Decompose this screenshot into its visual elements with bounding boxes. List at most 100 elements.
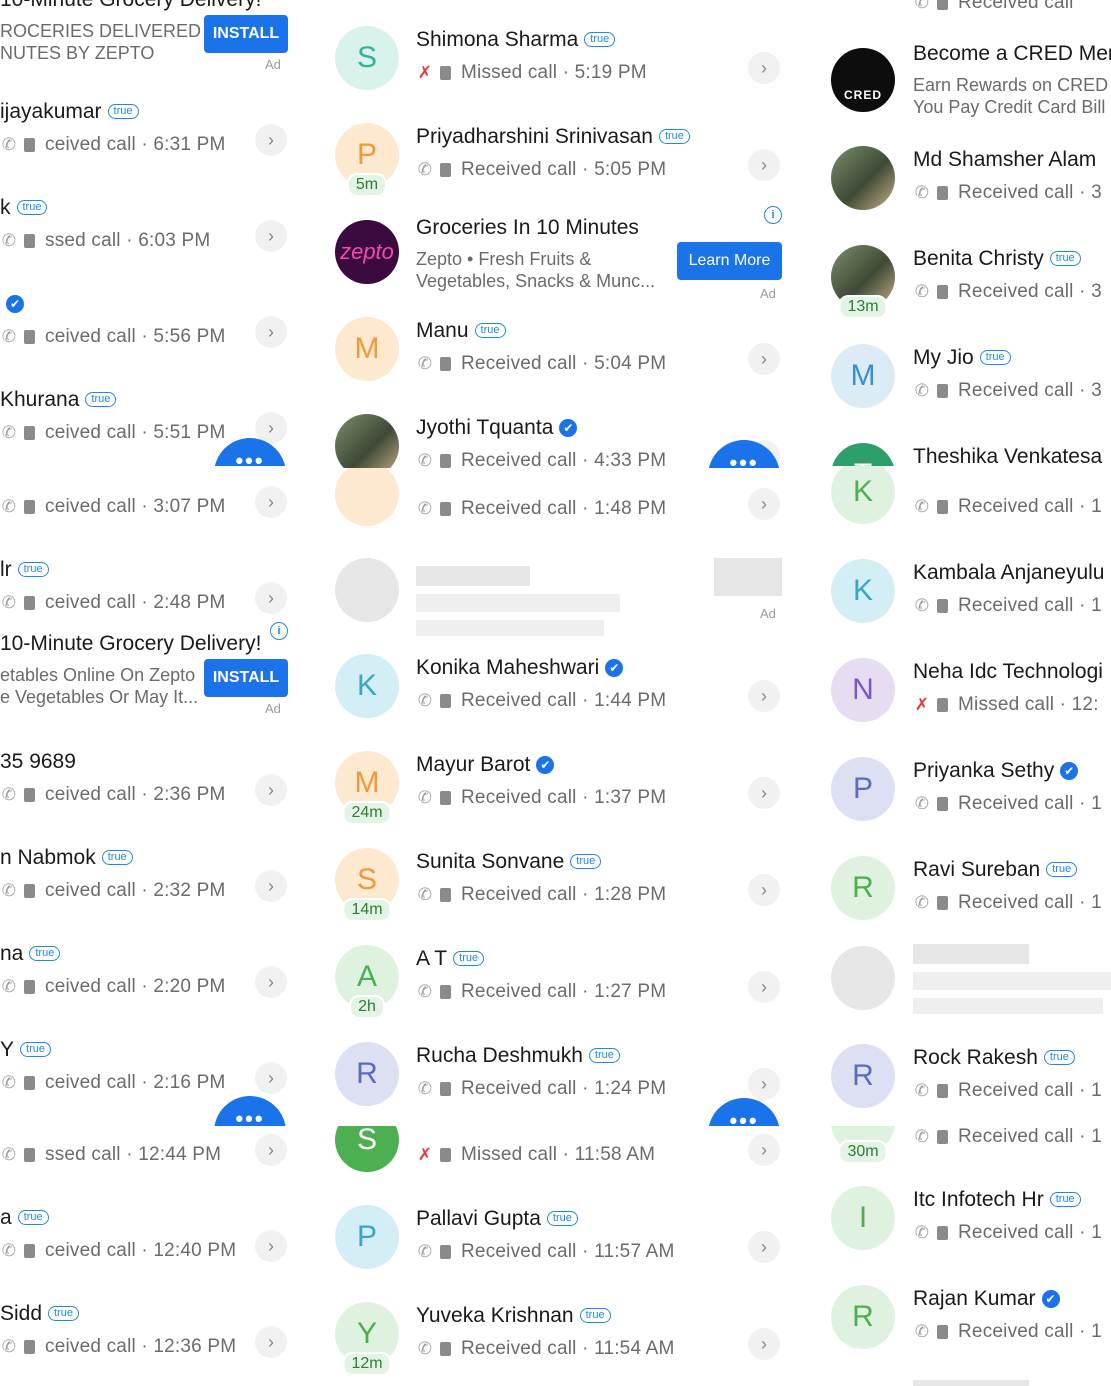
call-row[interactable]: n Nabmok true ✆ ceived call · 2:32 PM › [0, 828, 300, 924]
install-button[interactable]: INSTALL [204, 659, 288, 697]
call-row[interactable]: ijayakumar true ✆ ceived call · 6:31 PM › [0, 82, 300, 178]
call-row[interactable]: P Priyanka Sethy ✔ ✆ Received call · 1 [812, 741, 1111, 837]
received-call-icon: ✆ [417, 885, 433, 904]
call-row[interactable]: R Ravi Sureban true ✆ Received call · 1 [812, 840, 1111, 936]
call-row[interactable]: Md Shamsher Alam ✆ Received call · 3 [812, 130, 1111, 226]
chevron-right-icon[interactable]: › [748, 1231, 780, 1263]
call-row[interactable]: ✆ ssed call · 12:44 PM › [0, 1126, 300, 1188]
chevron-right-icon[interactable]: › [748, 343, 780, 375]
chevron-right-icon[interactable]: › [748, 971, 780, 1003]
call-row[interactable]: A 2h A T true ✆ Received call · 1:27 PM › [318, 929, 800, 1025]
call-row[interactable]: Y 12m Yuveka Krishnan true ✆ Received call · … [318, 1286, 800, 1382]
chevron-right-icon[interactable]: › [748, 1068, 780, 1100]
chevron-right-icon[interactable]: › [255, 1062, 287, 1094]
contact-name-text: Y [0, 1038, 15, 1061]
call-row[interactable]: M Manu true ✆ Received call · 5:04 PM › [318, 301, 800, 397]
cred-logo: CRED [831, 48, 895, 112]
call-row[interactable]: k true ✆ ssed call · 6:03 PM › [0, 178, 300, 274]
call-row[interactable]: Sidd true ✆ ceived call · 12:36 PM › [0, 1284, 300, 1380]
avatar-initial: S [356, 41, 377, 74]
chevron-right-icon[interactable]: › [748, 1328, 780, 1360]
truecaller-badge: true [17, 1210, 49, 1225]
call-detail: ✆ Received call · 4:33 PM [416, 450, 666, 468]
call-row[interactable]: I Itc Infotech Hr true ✆ Received call · 1 [812, 1170, 1111, 1266]
sim-icon [937, 698, 948, 712]
call-row[interactable]: M My Jio true ✆ Received call · 3 [812, 328, 1111, 424]
sim-icon [937, 896, 948, 910]
learn-more-button[interactable]: Learn More [677, 242, 782, 280]
call-row[interactable]: P Pallavi Gupta true ✆ Received call · 11:57… [318, 1189, 800, 1285]
call-row[interactable]: R Rock Rakesh true ✆ Received call · 1 [812, 1028, 1111, 1124]
call-row[interactable]: 35 9689 ✆ ceived call · 2:36 PM › [0, 732, 300, 828]
chevron-right-icon[interactable]: › [748, 1134, 780, 1166]
chevron-right-icon[interactable]: › [255, 1326, 287, 1358]
received-call-icon: ✆ [914, 1127, 930, 1146]
call-row[interactable]: ✔ ✆ ceived call · 5:56 PM › [0, 274, 300, 370]
ad-banner-zepto[interactable]: 10-Minute Grocery Delivery! ROCERIES DEL… [0, 0, 300, 76]
call-row[interactable]: 13m Benita Christy true ✆ Received call · 3 [812, 229, 1111, 325]
avatar-initial: Y [356, 1317, 377, 1350]
sim-icon [937, 285, 948, 299]
received-call-icon: ✆ [417, 1079, 433, 1098]
call-row[interactable]: K Kambala Anjaneyulu ✆ Received call · 1 [812, 543, 1111, 639]
ad-line-1: Zepto • Fresh Fruits & [416, 249, 592, 269]
truecaller-badge: true [1046, 862, 1078, 877]
call-row[interactable]: na true ✆ ceived call · 2:20 PM › [0, 924, 300, 1020]
sim-icon [440, 791, 451, 805]
truecaller-badge: true [546, 1211, 578, 1226]
received-call-icon: ✆ [914, 183, 930, 202]
contact-name: Itc Infotech Hr true [913, 1188, 1081, 1212]
call-detail: ✆ ceived call · 2:48 PM [0, 592, 226, 614]
chevron-right-icon[interactable]: › [748, 149, 780, 181]
chevron-right-icon[interactable]: › [255, 774, 287, 806]
chevron-right-icon[interactable]: › [255, 966, 287, 998]
call-row[interactable]: ✆ Received call · 1:48 PM › [318, 468, 800, 542]
ad-banner-zepto[interactable]: zepto Groceries In 10 Minutes Zepto • Fr… [318, 204, 800, 301]
call-row[interactable]: P 5m Priyadharshini Srinivasan true ✆ Receive… [318, 107, 800, 203]
sim-icon [937, 1226, 948, 1240]
chevron-right-icon[interactable]: › [255, 870, 287, 902]
ad-banner-zepto[interactable]: 10-Minute Grocery Delivery! i etables On… [0, 618, 300, 718]
chevron-right-icon[interactable]: › [255, 316, 287, 348]
contact-name: k true [0, 196, 48, 220]
chevron-right-icon[interactable]: › [255, 220, 287, 252]
chevron-right-icon[interactable]: › [255, 582, 287, 614]
truecaller-badge: true [29, 946, 61, 961]
chevron-right-icon[interactable]: › [748, 874, 780, 906]
call-row[interactable]: K ✆ Received call · 1 [812, 466, 1111, 540]
chevron-right-icon[interactable]: › [748, 680, 780, 712]
contact-name-text: Sunita Sonvane [416, 850, 565, 873]
install-button[interactable]: INSTALL [204, 15, 288, 53]
call-row[interactable]: 30m ✆ Received call · 1 [812, 1126, 1111, 1170]
truecaller-badge: true [20, 1042, 51, 1057]
chevron-right-icon[interactable]: › [255, 124, 287, 156]
call-row[interactable]: a true ✆ ceived call · 12:40 PM › [0, 1188, 300, 1284]
call-row[interactable]: K Konika Maheshwari ✔ ✆ Received call · 1:44… [318, 638, 800, 734]
call-detail-text: ssed call · 12:44 PM [45, 1144, 222, 1165]
zepto-logo: zepto [335, 220, 399, 284]
chevron-right-icon[interactable]: › [748, 488, 780, 520]
chevron-right-icon[interactable]: › [255, 1230, 287, 1262]
call-row[interactable]: M 24m Mayur Barot ✔ ✆ Received call · 1:37 PM… [318, 735, 800, 831]
ad-banner-cred[interactable]: CRED Become a CRED Mem Earn Rewards on C… [812, 32, 1111, 128]
call-row[interactable]: T Theshika Venkatesa [812, 427, 1111, 466]
ad-title: Become a CRED Mem [913, 42, 1111, 65]
chevron-right-icon[interactable]: › [748, 52, 780, 84]
call-row[interactable]: S Shimona Sharma true ✗ Missed call · 5:19 P… [318, 10, 800, 106]
call-row[interactable]: R Rajan Kumar ✔ ✆ Received call · 1 [812, 1269, 1111, 1365]
ad-info-icon[interactable]: i [270, 622, 288, 640]
ad-info-icon[interactable]: i [764, 206, 782, 224]
chevron-right-icon[interactable]: › [255, 486, 287, 518]
chevron-right-icon[interactable]: › [748, 777, 780, 809]
call-row[interactable]: S 14m Sunita Sonvane true ✆ Received call · 1… [318, 832, 800, 928]
call-row[interactable]: S ✗ Missed call · 11:58 AM › [318, 1126, 800, 1188]
call-row[interactable]: N Neha Idc Technologi ✗ Missed call · 12: [812, 642, 1111, 738]
call-row[interactable]: ✆ ceived call · 3:07 PM › [0, 466, 300, 540]
chevron-right-icon[interactable]: › [255, 1134, 287, 1166]
contact-avatar: P 5m [335, 123, 399, 197]
contact-name-text: Pallavi Gupta [416, 1207, 541, 1230]
received-call-icon: ✆ [1, 497, 17, 516]
contact-avatar: R [831, 856, 895, 920]
call-log-column-left: 10-Minute Grocery Delivery! ROCERIES DEL… [0, 0, 300, 1386]
call-detail-text: ceived call · 12:36 PM [45, 1336, 237, 1357]
